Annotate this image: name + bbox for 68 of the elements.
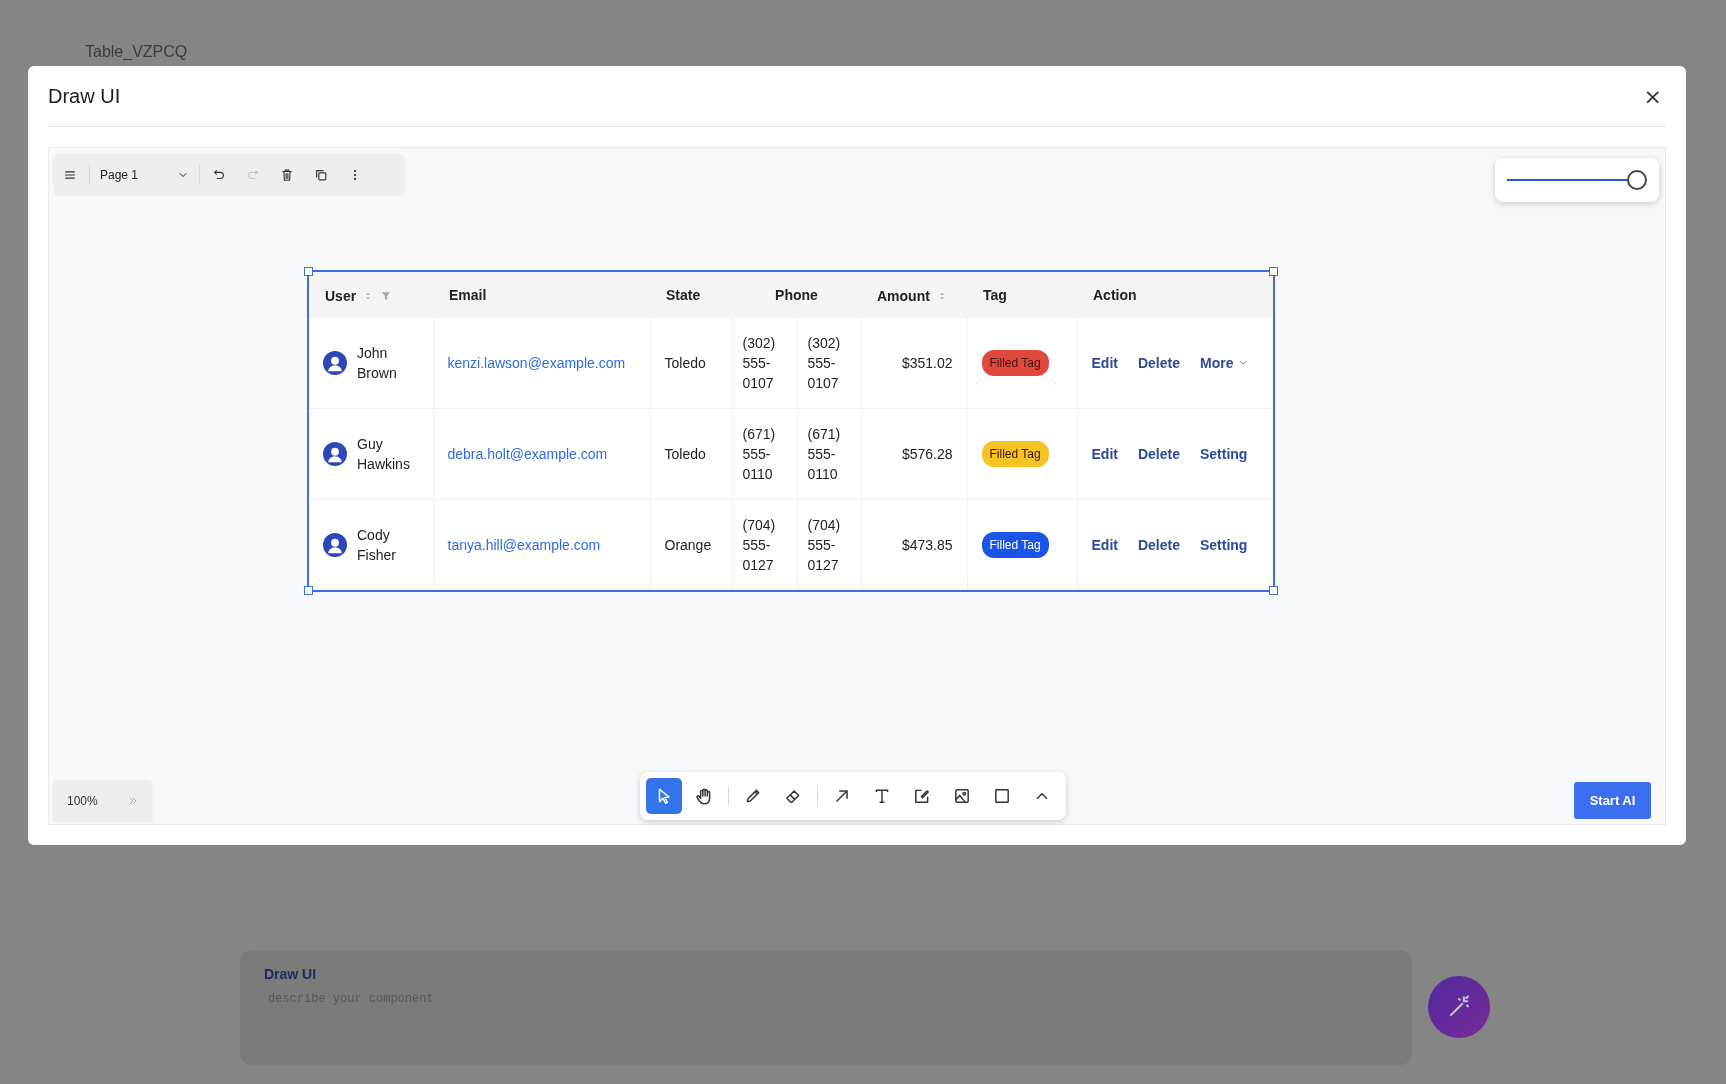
table-cell: (302) 555-0107 xyxy=(797,318,861,409)
resize-handle[interactable] xyxy=(304,267,313,276)
arrow-icon xyxy=(833,787,851,805)
resize-handle[interactable] xyxy=(1269,267,1278,276)
trash-icon xyxy=(280,168,294,182)
action-link[interactable]: Edit xyxy=(1091,535,1118,555)
column-header: Tag xyxy=(983,287,1007,303)
table-cell: (671) 555-0110 xyxy=(797,408,861,500)
status-tag: Filled Tag xyxy=(981,532,1049,558)
user-name: John Brown xyxy=(357,344,398,383)
column-header: Action xyxy=(1093,287,1137,303)
resize-handle[interactable] xyxy=(304,586,313,595)
status-tag: Filled Tag xyxy=(981,441,1049,467)
table-cell: $473.85 xyxy=(861,499,967,590)
selected-table-frame[interactable] xyxy=(307,270,1275,592)
prompt-title: Draw UI xyxy=(264,966,318,982)
email-link[interactable]: debra.holt@example.com xyxy=(447,446,608,462)
action-link[interactable]: Delete xyxy=(1137,353,1180,373)
table-cell: $576.28 xyxy=(861,408,967,500)
undo-icon xyxy=(212,168,226,182)
action-link[interactable]: Setting xyxy=(1200,444,1248,464)
column-header: Amount xyxy=(877,287,930,304)
pencil-icon xyxy=(744,787,762,805)
user-name: Cody Fisher xyxy=(357,526,397,565)
copy-icon xyxy=(314,168,328,182)
table-cell: (671) 555-0110 xyxy=(732,408,797,500)
eraser-icon xyxy=(784,787,802,805)
avatar-icon xyxy=(323,442,347,466)
square-icon xyxy=(993,787,1011,805)
action-link[interactable]: Setting xyxy=(1200,535,1248,555)
column-header: State xyxy=(666,287,701,303)
chevron-down-icon xyxy=(1238,358,1249,368)
action-link[interactable]: Edit xyxy=(1091,353,1118,373)
resize-handle[interactable] xyxy=(1269,586,1278,595)
column-header: User xyxy=(325,287,357,304)
slider-thumb[interactable] xyxy=(1627,170,1647,190)
slider-track[interactable] xyxy=(1507,170,1647,190)
table-cell: Orange xyxy=(650,499,732,590)
zoom-level: 100% xyxy=(67,794,98,808)
email-link[interactable]: tanya.hill@example.com xyxy=(447,537,601,553)
avatar-icon xyxy=(323,351,347,375)
action-link[interactable]: Delete xyxy=(1137,535,1180,555)
image-icon xyxy=(953,787,971,805)
dialog-title: Draw UI xyxy=(48,84,121,108)
status-tag: Filled Tag xyxy=(981,350,1049,376)
table-cell: $351.02 xyxy=(861,318,967,409)
action-link[interactable]: Edit xyxy=(1091,444,1118,464)
table-cell: Toledo xyxy=(650,318,732,409)
table-cell: (704) 555-0127 xyxy=(797,499,861,590)
action-link[interactable]: Delete xyxy=(1137,444,1180,464)
close-button[interactable]: × xyxy=(1639,83,1666,109)
table-cell: Toledo xyxy=(650,408,732,500)
edit-note-icon xyxy=(913,787,931,805)
avatar-icon xyxy=(323,533,347,557)
user-name: Guy Hawkins xyxy=(357,435,411,474)
email-link[interactable]: kenzi.lawson@example.com xyxy=(447,355,626,371)
page-title: Table_VZPCQ xyxy=(85,43,188,61)
column-header: Email xyxy=(449,287,487,303)
more-dropdown[interactable]: More xyxy=(1200,355,1249,371)
start-ai-button[interactable]: Start AI xyxy=(1574,782,1651,819)
page-select[interactable]: Page 1 xyxy=(92,160,197,190)
table-cell: (302) 555-0107 xyxy=(732,318,797,409)
redo-icon xyxy=(246,168,260,182)
text-icon xyxy=(873,787,891,805)
column-header: Phone xyxy=(775,287,818,303)
hand-icon xyxy=(695,787,713,805)
table-cell: (704) 555-0127 xyxy=(732,499,797,590)
menu-icon xyxy=(63,168,77,182)
